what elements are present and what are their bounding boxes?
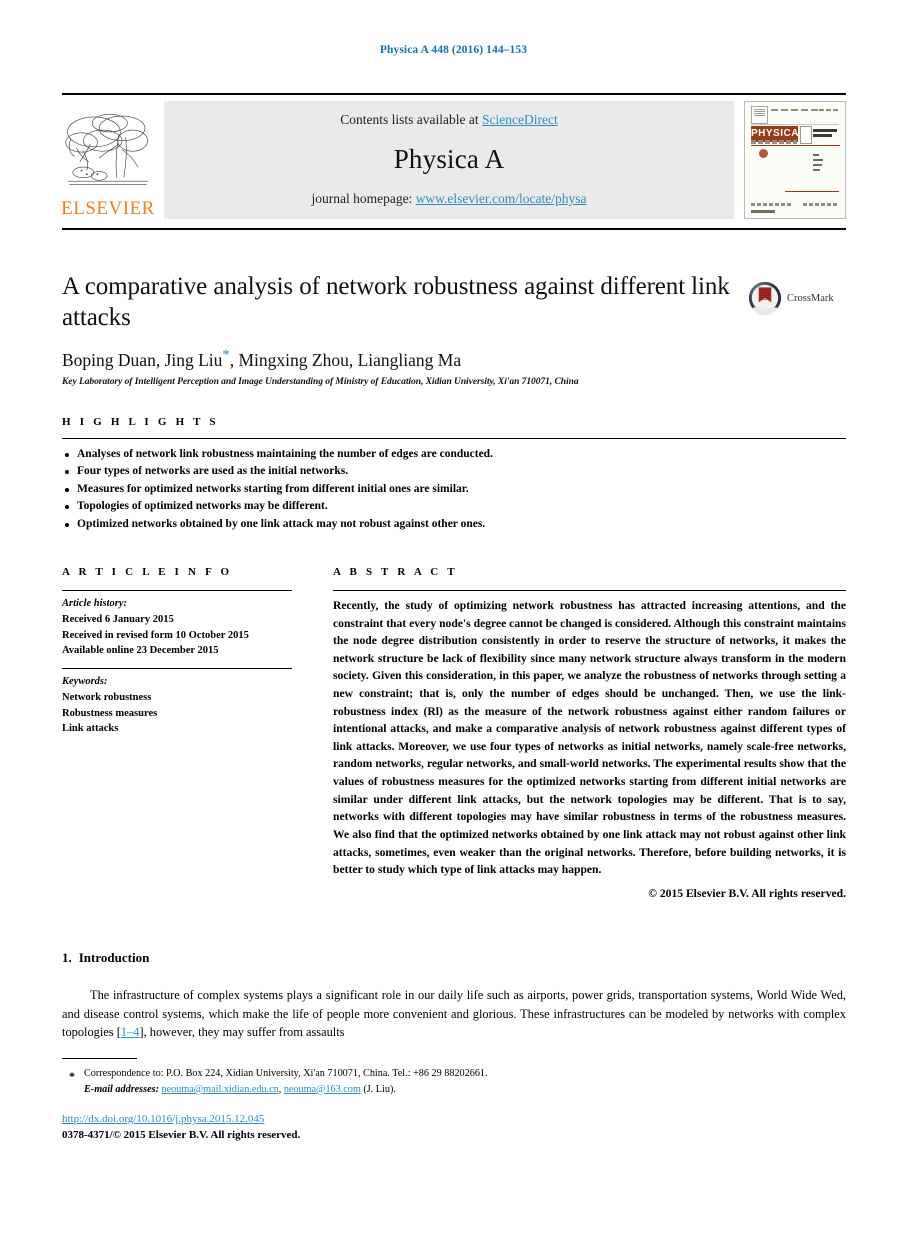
- doi-link[interactable]: http://dx.doi.org/10.1016/j.physa.2015.1…: [62, 1113, 264, 1125]
- keywords-group: Keywords: Network robustness Robustness …: [62, 669, 292, 744]
- email-link-1[interactable]: neouma@mail.xidian.edu.cn: [162, 1084, 279, 1095]
- abstract-body: Recently, the study of optimizing networ…: [333, 599, 846, 877]
- sciencedirect-link[interactable]: ScienceDirect: [482, 112, 558, 127]
- list-item: Optimized networks obtained by one link …: [62, 516, 846, 533]
- section-title: Introduction: [78, 950, 150, 965]
- introduction-heading: 1. Introduction: [62, 950, 846, 966]
- keywords-label: Keywords:: [62, 676, 108, 687]
- affiliation: Key Laboratory of Intelligent Perception…: [62, 376, 579, 387]
- introduction-section: 1. Introduction The infrastructure of com…: [62, 950, 846, 1054]
- footnotes: * Correspondence to: P.O. Box 224, Xidia…: [62, 1066, 846, 1098]
- running-head: Physica A 448 (2016) 144–153: [379, 44, 528, 56]
- info-abstract-row: A R T I C L E I N F O Article history: R…: [62, 566, 846, 900]
- author-names: Boping Duan, Jing Liu: [62, 349, 223, 370]
- title-block: A comparative analysis of network robust…: [62, 272, 742, 387]
- list-item: Four types of networks are used as the i…: [62, 463, 846, 480]
- crossmark-label: CrossMark: [787, 292, 834, 304]
- doi-block: http://dx.doi.org/10.1016/j.physa.2015.1…: [62, 1112, 846, 1144]
- email-attribution: (J. Liu).: [360, 1083, 396, 1095]
- homepage-line: journal homepage: www.elsevier.com/locat…: [311, 191, 586, 207]
- history-received: Received 6 January 2015: [62, 613, 174, 625]
- footnote-rule: [62, 1058, 137, 1059]
- keyword-item: Network robustness: [62, 691, 152, 703]
- asterisk-icon: *: [69, 1069, 75, 1083]
- article-history-label: Article history:: [62, 598, 128, 609]
- elsevier-wordmark: ELSEVIER: [61, 198, 155, 219]
- abstract-copyright: © 2015 Elsevier B.V. All rights reserved…: [648, 886, 846, 900]
- abstract-column: A B S T R A C T Recently, the study of o…: [333, 566, 846, 900]
- journal-masthead: ELSEVIER Contents lists available at Sci…: [61, 93, 846, 219]
- elsevier-logo: ELSEVIER: [61, 101, 155, 219]
- history-online: Available online 23 December 2015: [62, 645, 219, 657]
- correspondence-text: Correspondence to: P.O. Box 224, Xidian …: [84, 1068, 488, 1079]
- keyword-item: Link attacks: [62, 723, 119, 735]
- paper-page: Physica A 448 (2016) 144–153 ELSEVIER Co…: [0, 0, 907, 1238]
- masthead-bottom-rule: [62, 228, 846, 230]
- abstract-heading: A B S T R A C T: [333, 566, 458, 578]
- page-title: A comparative analysis of network robust…: [62, 273, 730, 331]
- author-list: Boping Duan, Jing Liu*, Mingxing Zhou, L…: [62, 347, 742, 371]
- contents-prefix: Contents lists available at: [340, 112, 482, 127]
- journal-title: Physica A: [393, 144, 505, 174]
- journal-band: Contents lists available at ScienceDirec…: [164, 101, 734, 219]
- intro-text-part2: ], however, they may suffer from assault…: [139, 1025, 345, 1040]
- list-item: Analyses of network link robustness main…: [62, 446, 846, 463]
- author-names-rest: , Mingxing Zhou, Liangliang Ma: [229, 349, 462, 370]
- correspondence-note: * Correspondence to: P.O. Box 224, Xidia…: [62, 1066, 846, 1083]
- email-note: E-mail addresses: neouma@mail.xidian.edu…: [62, 1082, 846, 1098]
- section-number: 1.: [62, 950, 72, 965]
- list-item: Measures for optimized networks starting…: [62, 481, 846, 498]
- email-link-2[interactable]: neouma@163.com: [284, 1084, 361, 1095]
- article-info-heading: A R T I C L E I N F O: [62, 566, 233, 578]
- highlights-section: H I G H L I G H T S Analyses of network …: [62, 416, 846, 533]
- keyword-item: Robustness measures: [62, 707, 158, 719]
- list-item: Topologies of optimized networks may be …: [62, 498, 846, 515]
- history-revised: Received in revised form 10 October 2015: [62, 629, 249, 641]
- crossmark-badge[interactable]: CrossMark: [748, 278, 848, 318]
- citation-link[interactable]: 1–4: [121, 1025, 140, 1039]
- cover-subtitle: [813, 127, 840, 140]
- cover-elsevier-mark: [751, 106, 768, 124]
- homepage-prefix: journal homepage:: [311, 191, 416, 206]
- journal-homepage-link[interactable]: www.elsevier.com/locate/physa: [416, 191, 587, 206]
- journal-cover-thumbnail: PHYSICA: [744, 101, 846, 219]
- article-info-column: A R T I C L E I N F O Article history: R…: [62, 566, 292, 900]
- corresponding-author-marker[interactable]: *: [222, 347, 229, 363]
- issn-copyright: 0378-4371/© 2015 Elsevier B.V. All right…: [62, 1128, 301, 1141]
- contents-line: Contents lists available at ScienceDirec…: [340, 112, 557, 128]
- elsevier-tree-icon: [65, 113, 149, 185]
- cover-volume-letter: [800, 126, 812, 144]
- highlights-list: Analyses of network link robustness main…: [62, 439, 846, 533]
- crossmark-icon: [748, 281, 782, 315]
- email-label: E-mail addresses:: [84, 1083, 159, 1095]
- article-history-group: Article history: Received 6 January 2015…: [62, 591, 292, 666]
- highlights-heading: H I G H L I G H T S: [62, 416, 219, 428]
- introduction-paragraph: The infrastructure of complex systems pl…: [62, 986, 846, 1042]
